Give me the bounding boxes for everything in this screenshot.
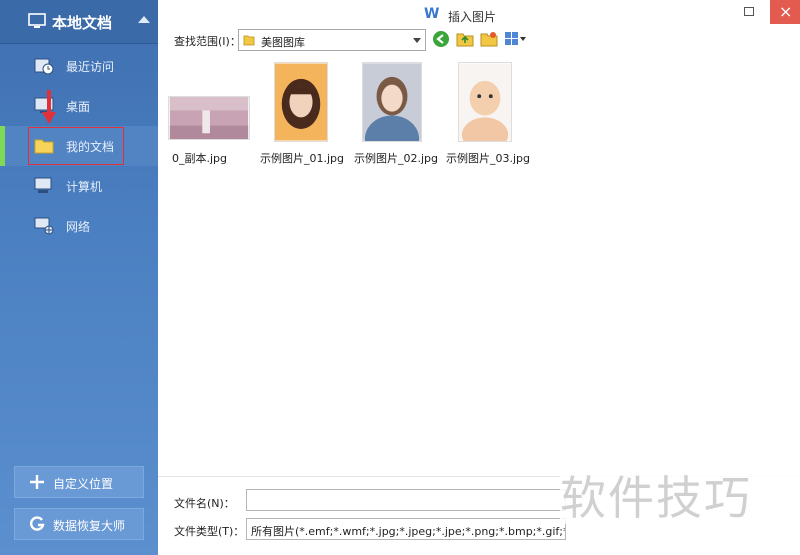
folder-icon [243, 35, 255, 46]
image-thumbnail [168, 96, 250, 140]
image-thumbnail [362, 62, 422, 142]
lookin-label: 查找范围(I)： [174, 35, 241, 48]
up-folder-icon[interactable] [456, 30, 474, 48]
lookin-value: 美图图库 [261, 36, 305, 49]
sidebar-item-computer[interactable]: 计算机 [0, 166, 158, 206]
file-item[interactable]: 示例图片_03.jpg [446, 62, 530, 166]
dialog-title: 插入图片 [448, 10, 497, 24]
filename-label: 文件名(N)： [174, 497, 235, 510]
sidebar: 本地文档 最近访问 桌面 我的文档 计算机 网络 自定义位置 数据恢复大师 [0, 0, 158, 555]
button-label: 自定义位置 [53, 477, 114, 491]
file-name: 示例图片_01.jpg [260, 152, 345, 165]
file-name: 示例图片_03.jpg [446, 152, 531, 165]
computer-icon [34, 177, 52, 193]
lookin-select[interactable]: 美图图库 [238, 29, 426, 51]
maximize-icon [744, 7, 754, 16]
filename-input[interactable] [246, 489, 566, 511]
plus-icon [30, 475, 44, 489]
view-menu-icon[interactable] [504, 30, 528, 48]
recent-icon [34, 58, 54, 75]
recovery-icon [30, 516, 45, 531]
sidebar-item-desktop[interactable]: 桌面 [0, 86, 158, 126]
file-name: 示例图片_02.jpg [354, 152, 439, 165]
close-icon: × [779, 2, 793, 21]
collapse-icon[interactable] [138, 16, 150, 23]
file-name: 0_副本.jpg [172, 152, 228, 165]
maximize-button[interactable] [734, 0, 764, 24]
sidebar-item-network[interactable]: 网络 [0, 206, 158, 246]
highlight-box [28, 127, 124, 165]
file-item[interactable]: 0_副本.jpg [168, 62, 250, 166]
filetype-label: 文件类型(T)： [174, 525, 245, 538]
arrow-down-icon [42, 90, 56, 124]
sidebar-item-label: 网络 [66, 220, 91, 234]
sidebar-item-label: 最近访问 [66, 60, 115, 74]
wps-logo-icon: W [424, 6, 440, 22]
sidebar-title: 本地文档 [52, 14, 113, 32]
file-item[interactable]: 示例图片_02.jpg [354, 62, 438, 166]
back-icon[interactable] [432, 30, 450, 48]
watermark: 软件技巧 [560, 462, 800, 525]
add-custom-location-button[interactable]: 自定义位置 [14, 466, 144, 498]
button-label: 数据恢复大师 [53, 519, 126, 533]
new-folder-icon[interactable] [480, 30, 498, 48]
chevron-down-icon [413, 38, 421, 43]
close-button[interactable]: × [770, 0, 800, 24]
sidebar-item-recent[interactable]: 最近访问 [0, 46, 158, 86]
network-icon [34, 217, 54, 235]
image-thumbnail [458, 62, 512, 142]
filetype-select[interactable]: 所有图片(*.emf;*.wmf;*.jpg;*.jpeg;*.jpe;*.pn… [246, 518, 566, 540]
file-item[interactable]: 示例图片_01.jpg [260, 62, 348, 166]
sidebar-header[interactable]: 本地文档 [0, 0, 158, 44]
sidebar-item-label: 计算机 [66, 180, 103, 194]
image-thumbnail [274, 62, 328, 142]
sidebar-item-label: 桌面 [66, 100, 91, 114]
data-recovery-button[interactable]: 数据恢复大师 [14, 508, 144, 540]
title-bar: W 插入图片 × [158, 0, 800, 30]
computer-icon [28, 13, 46, 28]
